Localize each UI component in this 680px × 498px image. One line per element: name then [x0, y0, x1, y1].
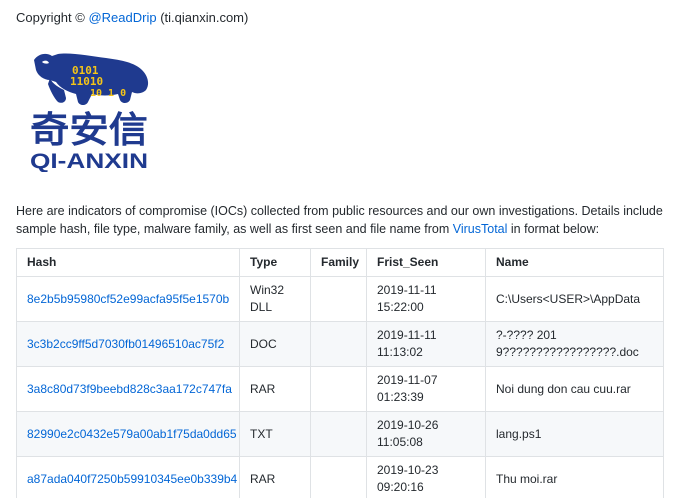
- type-cell: TXT: [239, 411, 311, 457]
- table-header-row: Hash Type Family Frist_Seen Name: [16, 248, 664, 277]
- hash-cell: a87ada040f7250b59910345ee0b339b4: [16, 456, 240, 498]
- hash-link[interactable]: 3a8c80d73f9beebd828c3aa172c747fa: [27, 382, 232, 396]
- hash-link[interactable]: 82990e2c0432e579a00ab1f75da0dd65: [27, 427, 237, 441]
- copyright-suffix: (ti.qianxin.com): [156, 10, 249, 25]
- intro-text-after: in format below:: [507, 222, 600, 236]
- table-row: 3c3b2cc9ff5d7030fb01496510ac75f2 DOC 201…: [16, 321, 664, 367]
- copyright-prefix: Copyright ©: [16, 10, 89, 25]
- header-hash: Hash: [16, 248, 240, 277]
- name-cell: C:\Users<USER>\AppData: [485, 276, 664, 322]
- intro-paragraph: Here are indicators of compromise (IOCs)…: [16, 202, 666, 238]
- table-row: 3a8c80d73f9beebd828c3aa172c747fa RAR 201…: [16, 366, 664, 412]
- first-seen-cell: 2019-10-26 11:05:08: [366, 411, 486, 457]
- page: Copyright © @ReadDrip (ti.qianxin.com) 0…: [0, 0, 680, 498]
- logo-binary-row-3: 10 1 0: [90, 88, 126, 99]
- type-cell: RAR: [239, 366, 311, 412]
- name-cell: Thu moi.rar: [485, 456, 664, 498]
- hash-cell: 8e2b5b95980cf52e99acfa95f5e1570b: [16, 276, 240, 322]
- first-seen-cell: 2019-11-07 01:23:39: [366, 366, 486, 412]
- hash-link[interactable]: 3c3b2cc9ff5d7030fb01496510ac75f2: [27, 337, 224, 351]
- name-cell: ?-???? 2019?????????????????.doc: [485, 321, 664, 367]
- header-name: Name: [485, 248, 664, 277]
- header-first-seen: Frist_Seen: [366, 248, 486, 277]
- hash-cell: 3c3b2cc9ff5d7030fb01496510ac75f2: [16, 321, 240, 367]
- hash-cell: 3a8c80d73f9beebd828c3aa172c747fa: [16, 366, 240, 412]
- virustotal-link[interactable]: VirusTotal: [453, 222, 508, 236]
- family-cell: [310, 456, 367, 498]
- family-cell: [310, 321, 367, 367]
- family-cell: [310, 366, 367, 412]
- type-cell: Win32 DLL: [239, 276, 311, 322]
- logo-binary-row-2: 11010: [70, 75, 103, 88]
- logo-chinese-text: 奇安信: [30, 110, 148, 151]
- header-type: Type: [239, 248, 311, 277]
- qianxin-logo: 0101 11010 10 1 0 奇安信 QI-ANXIN: [30, 50, 154, 173]
- header-family: Family: [310, 248, 367, 277]
- logo-english-text: QI-ANXIN: [30, 150, 148, 172]
- tiger-logo-icon: 0101 11010 10 1 0 奇安信 QI-ANXIN: [30, 53, 149, 173]
- copyright-line: Copyright © @ReadDrip (ti.qianxin.com): [16, 9, 248, 27]
- first-seen-cell: 2019-11-11 11:13:02: [366, 321, 486, 367]
- family-cell: [310, 411, 367, 457]
- table-row: a87ada040f7250b59910345ee0b339b4 RAR 201…: [16, 456, 664, 498]
- hash-link[interactable]: 8e2b5b95980cf52e99acfa95f5e1570b: [27, 292, 229, 306]
- first-seen-cell: 2019-11-11 15:22:00: [366, 276, 486, 322]
- table-row: 8e2b5b95980cf52e99acfa95f5e1570b Win32 D…: [16, 276, 664, 322]
- name-cell: lang.ps1: [485, 411, 664, 457]
- ioc-table: Hash Type Family Frist_Seen Name 8e2b5b9…: [16, 248, 664, 498]
- type-cell: RAR: [239, 456, 311, 498]
- name-cell: Noi dung don cau cuu.rar: [485, 366, 664, 412]
- table-row: 82990e2c0432e579a00ab1f75da0dd65 TXT 201…: [16, 411, 664, 457]
- family-cell: [310, 276, 367, 322]
- first-seen-cell: 2019-10-23 09:20:16: [366, 456, 486, 498]
- type-cell: DOC: [239, 321, 311, 367]
- author-link[interactable]: @ReadDrip: [88, 10, 156, 25]
- hash-cell: 82990e2c0432e579a00ab1f75da0dd65: [16, 411, 240, 457]
- hash-link[interactable]: a87ada040f7250b59910345ee0b339b4: [27, 472, 237, 486]
